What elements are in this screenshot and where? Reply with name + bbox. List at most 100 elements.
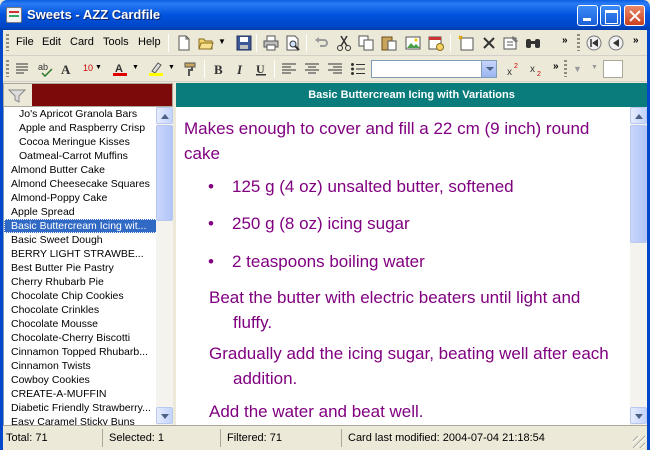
view-dropdown-arrow-icon[interactable]: ▼ [591,64,598,71]
toolbar-overflow-icon[interactable]: » [553,61,559,72]
insert-date-icon[interactable] [428,35,444,51]
delete-card-icon[interactable] [481,35,497,51]
print-icon[interactable] [263,35,279,51]
list-item[interactable]: BERRY LIGHT STRAWBE... [4,247,158,261]
list-item[interactable]: Apple and Raspberry Crisp [4,121,158,135]
open-folder-icon[interactable] [198,35,214,51]
scroll-down-button[interactable] [156,407,173,424]
list-item[interactable]: Cinnamon Topped Rhubarb... [4,345,158,359]
font-size-dropdown-icon[interactable]: ▼ [95,64,102,71]
font-color-dropdown-icon[interactable]: ▼ [132,64,139,71]
highlight-dropdown-icon[interactable]: ▼ [168,64,175,71]
insert-picture-icon[interactable] [405,35,421,51]
save-icon[interactable] [236,35,252,51]
list-item[interactable]: Almond-Poppy Cake [4,191,158,205]
find-icon[interactable] [525,35,541,51]
menu-file[interactable]: File [16,36,34,48]
font-color-icon[interactable]: A [112,61,128,77]
scroll-up-button[interactable] [630,107,647,124]
open-dropdown-icon[interactable]: ▼ [218,37,226,46]
font-icon[interactable]: A [61,61,77,77]
window-title: Sweets - AZZ Cardfile [27,7,161,22]
list-item-selected[interactable]: Basic Buttercream Icing wit... [4,219,158,233]
superscript-icon[interactable]: x2 [506,61,522,77]
align-center-icon[interactable] [304,61,320,77]
menu-toolbar: File Edit Card Tools Help ▼ » » [3,30,647,56]
paragraph-style-icon[interactable] [14,61,30,77]
align-right-icon[interactable] [327,61,343,77]
method-step: Gradually add the icing sugar, beating w… [209,344,609,388]
toolbar-grip[interactable] [577,34,580,51]
list-item[interactable]: Cherry Rhubarb Pie [4,275,158,289]
scroll-thumb[interactable] [156,125,173,221]
svg-text:2: 2 [537,71,541,77]
filter-input[interactable] [32,84,172,106]
resize-grip-icon[interactable] [633,436,645,448]
chevron-down-icon[interactable] [481,61,496,77]
list-item[interactable]: Easy Caramel Sticky Buns [4,415,158,425]
title-bar[interactable]: Sweets - AZZ Cardfile [0,0,650,30]
card-list-scrollbar[interactable] [156,107,173,425]
undo-icon[interactable] [313,35,329,51]
list-item[interactable]: Almond Butter Cake [4,163,158,177]
minimize-button[interactable] [577,5,598,26]
subscript-icon[interactable]: x2 [529,61,545,77]
scroll-thumb[interactable] [630,125,647,243]
list-item[interactable]: Cocoa Meringue Kisses [4,135,158,149]
bold-icon[interactable]: B [211,61,227,77]
toolbar-overflow-icon[interactable]: » [562,35,568,46]
copy-icon[interactable] [358,35,374,51]
menu-card[interactable]: Card [70,36,94,48]
list-item[interactable]: Cowboy Cookies [4,373,158,387]
format-painter-icon[interactable] [184,61,200,77]
list-item[interactable]: Cinnamon Twists [4,359,158,373]
first-card-icon[interactable] [586,35,602,51]
list-item[interactable]: Best Butter Pie Pastry [4,261,158,275]
card-content-scrollbar[interactable] [630,107,647,425]
new-card-icon[interactable] [176,35,192,51]
list-item[interactable]: CREATE-A-MUFFIN [4,387,158,401]
scroll-down-button[interactable] [630,407,647,424]
list-item[interactable]: Jo's Apricot Granola Bars [4,107,158,121]
filter-icon[interactable] [8,89,26,103]
maximize-button[interactable] [600,5,621,26]
list-item[interactable]: Chocolate-Cherry Biscotti [4,331,158,345]
bullet-list-icon[interactable] [350,61,366,77]
app-icon[interactable] [6,7,22,23]
toolbar-grip[interactable] [6,60,9,77]
card-list[interactable]: Jo's Apricot Granola Bars Apple and Raspb… [3,107,158,425]
align-left-icon[interactable] [281,61,297,77]
list-item[interactable]: Chocolate Mousse [4,317,158,331]
toolbar-grip[interactable] [564,60,567,77]
print-preview-icon[interactable] [285,35,301,51]
style-combo[interactable] [371,60,497,78]
card-content[interactable]: Makes enough to cover and fill a 22 cm (… [176,107,630,425]
card-properties-icon[interactable] [503,35,519,51]
list-item[interactable]: Apple Spread [4,205,158,219]
new-card-add-icon[interactable] [458,35,474,51]
spell-check-icon[interactable]: ab [38,61,54,77]
menu-edit[interactable]: Edit [42,36,61,48]
list-item[interactable]: Almond Cheesecake Squares [4,177,158,191]
list-item[interactable]: Oatmeal-Carrot Muffins [4,149,158,163]
paste-icon[interactable] [381,35,397,51]
list-item[interactable]: Chocolate Chip Cookies [4,289,158,303]
menu-help[interactable]: Help [138,36,161,48]
list-item[interactable]: Basic Sweet Dough [4,233,158,247]
font-size-value[interactable]: 10 [83,63,93,73]
zoom-combo[interactable] [603,60,623,78]
underline-icon[interactable]: U [253,61,269,77]
toolbar-overflow-icon[interactable]: » [633,35,639,46]
highlight-color-icon[interactable] [148,61,164,77]
cut-icon[interactable] [336,35,352,51]
toolbar-grip[interactable] [6,34,9,51]
ingredient-item: 250 g (8 oz) icing sugar [208,211,608,236]
list-item[interactable]: Chocolate Crinkles [4,303,158,317]
menu-tools[interactable]: Tools [103,36,129,48]
view-dropdown-icon[interactable]: ▼ [573,64,582,74]
list-item[interactable]: Diabetic Friendly Strawberry... [4,401,158,415]
scroll-up-button[interactable] [156,107,173,124]
previous-card-icon[interactable] [608,35,624,51]
italic-icon[interactable]: I [232,61,248,77]
close-button[interactable] [624,5,645,26]
